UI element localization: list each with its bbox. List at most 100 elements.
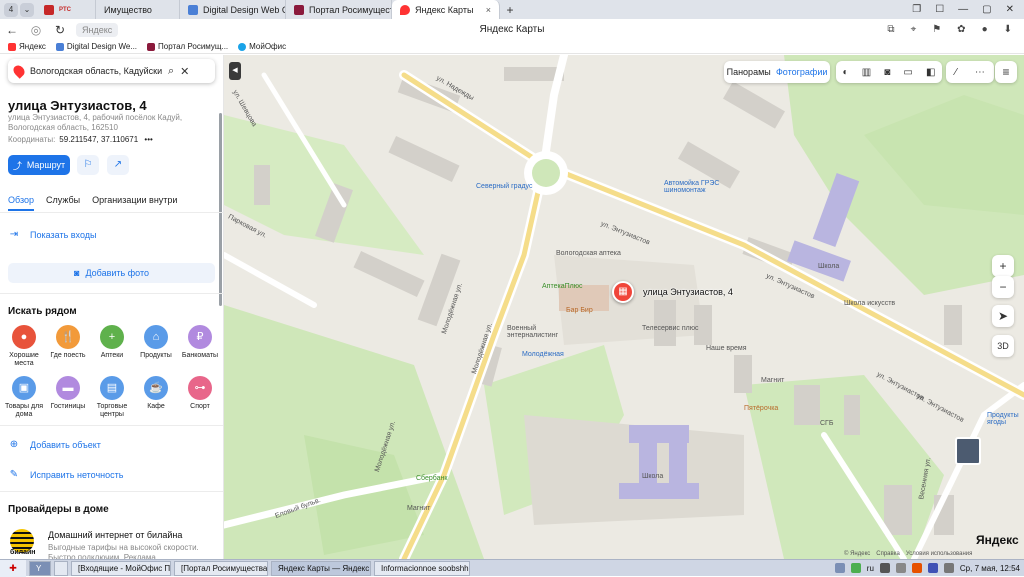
tab-yandex-maps[interactable]: Яндекс Карты × — [392, 0, 500, 19]
taskbar-item[interactable]: Informacionnoe soobshhe... — [374, 560, 470, 576]
poi-label[interactable]: Школа искусств — [844, 300, 895, 307]
poi-label[interactable]: Сбербанк — [416, 475, 447, 482]
site-chip[interactable]: Яндекс — [76, 22, 119, 37]
share-button[interactable]: ↗ — [107, 155, 129, 175]
category-home-goods[interactable]: ▣ Товары для дома — [2, 376, 46, 419]
yandex-icon[interactable] — [834, 563, 845, 573]
poi-label[interactable]: Бар Бир — [566, 307, 593, 314]
taskbar-item-active[interactable]: Яндекс Карты — Яндекс ... — [271, 560, 371, 576]
traffic-icon[interactable]: ▥ — [862, 67, 871, 78]
poi-label[interactable]: СГБ — [820, 420, 833, 427]
poi-label[interactable]: Вологодская аптека — [556, 250, 621, 257]
bookmark-button[interactable]: ⚐ — [77, 155, 99, 175]
maximize-icon[interactable]: ▢ — [982, 4, 991, 15]
collapse-panel-button[interactable]: ◀ — [229, 62, 241, 80]
category-malls[interactable]: ▤ Торговые центры — [90, 376, 134, 419]
poi-label[interactable]: Продукты ягоды — [987, 412, 1023, 426]
map[interactable]: ул. Энтузиастов ул. Энтузиастов ул. Энту… — [224, 55, 1024, 559]
language-indicator[interactable]: ru — [867, 564, 874, 573]
camera-icon[interactable]: ◙ — [884, 67, 890, 78]
poi-label[interactable]: Наше время — [706, 345, 747, 352]
3d-button[interactable]: 3D — [992, 335, 1014, 357]
tab-imushchestvo[interactable]: Имущество — [96, 0, 180, 19]
extensions-icon[interactable]: ❐ — [912, 4, 921, 15]
back-icon[interactable]: ← — [0, 23, 24, 37]
category-sport[interactable]: ⊶ Спорт — [178, 376, 222, 419]
bookmark-yandex[interactable]: Яндекс — [8, 42, 46, 51]
poi-label[interactable]: Школа — [818, 263, 839, 270]
tab-list-icon[interactable]: 4 — [4, 2, 18, 17]
poi-label[interactable]: Молодёжная — [522, 351, 564, 358]
panoramas-toggle[interactable]: Панорамы — [727, 67, 771, 77]
poi-label[interactable]: Северный градус — [476, 183, 532, 190]
close-icon[interactable]: × — [480, 5, 491, 15]
panorama-thumbnail[interactable] — [955, 437, 981, 465]
help-link[interactable]: Справка — [876, 551, 900, 557]
satellite-icon[interactable]: ◧ — [926, 67, 935, 78]
layers-icon[interactable]: ◐ — [843, 67, 849, 78]
poi-label[interactable]: Магнит — [407, 505, 430, 512]
search-icon[interactable]: ⌕ — [168, 65, 174, 78]
chevron-down-icon[interactable]: ⌄ — [20, 2, 34, 17]
location-icon[interactable]: ⌖ — [911, 24, 917, 35]
download-icon[interactable]: ⬇ — [1004, 24, 1012, 35]
close-window-icon[interactable]: ✕ — [1006, 4, 1014, 15]
kaspersky-icon[interactable] — [850, 563, 861, 573]
close-icon[interactable]: ✕ — [180, 65, 189, 78]
tab-digital-design[interactable]: Digital Design Web Client — [180, 0, 286, 19]
extension-icon[interactable]: ✿ — [957, 24, 965, 35]
tab-organizations-inside[interactable]: Организации внутри — [92, 195, 177, 211]
poi-label[interactable]: Школа — [642, 473, 663, 480]
hp-icon[interactable] — [927, 563, 938, 573]
bookmark-digital-design[interactable]: Digital Design We... — [55, 42, 137, 51]
poi-label[interactable]: Магнит — [761, 377, 784, 384]
clock[interactable]: Ср, 7 мая, 12:54 — [960, 564, 1020, 573]
selected-place-label[interactable]: улица Энтузиастов, 4 — [643, 287, 733, 297]
poi-label[interactable]: Телесервис плюс — [642, 325, 699, 332]
category-atm[interactable]: ₽ Банкоматы — [178, 325, 222, 368]
show-entrances-link[interactable]: ⇥ Показать входы — [8, 229, 97, 240]
selected-place-pin[interactable]: ▦ — [612, 281, 634, 303]
volume-icon[interactable] — [943, 563, 954, 573]
taskbar-item[interactable]: [Портал Росимущества - ... — [174, 560, 268, 576]
protect-icon[interactable]: ◎ — [24, 23, 48, 37]
category-food[interactable]: 🍴 Где поесть — [46, 325, 90, 368]
category-pharmacy[interactable]: + Аптеки — [90, 325, 134, 368]
category-good-places[interactable]: ● Хорошие места — [2, 325, 46, 368]
reload-icon[interactable]: ↻ — [48, 23, 72, 37]
coordinates-value[interactable]: 59.211547, 37.110671 — [59, 135, 138, 144]
terms-link[interactable]: Условия использования — [906, 551, 973, 557]
minimize-icon[interactable]: — — [958, 4, 968, 15]
panel-scrollbar[interactable] — [219, 113, 222, 306]
keyboard-icon[interactable] — [879, 563, 890, 573]
tab-ptc[interactable]: PTC — [36, 0, 96, 19]
fix-error-link[interactable]: ✎ Исправить неточность — [8, 469, 124, 480]
poi-label[interactable]: Автомойка ГРЭС шиномонтаж — [664, 180, 734, 194]
category-hotels[interactable]: ▬ Гостиницы — [46, 376, 90, 419]
provider-name[interactable]: Домашний интернет от билайна — [48, 530, 182, 540]
profile-icon[interactable]: ● — [982, 24, 988, 35]
more-icon[interactable]: ⋯ — [975, 67, 985, 78]
tab-rosimushchestvo[interactable]: Портал Росимущества — [286, 0, 392, 19]
yandex-browser-launcher[interactable]: Y — [29, 560, 51, 576]
network-icon[interactable] — [895, 563, 906, 573]
tab-overview[interactable]: Обзор — [8, 195, 34, 211]
zoom-out-button[interactable]: − — [992, 276, 1014, 298]
add-object-link[interactable]: ⊕ Добавить объект — [8, 439, 101, 450]
poi-label[interactable]: Военный энтерналистинг — [507, 325, 577, 339]
bookmark-icon[interactable]: ☐ — [935, 4, 944, 15]
category-cafe[interactable]: ☕ Кафе — [134, 376, 178, 419]
bookmark-icon[interactable]: ⚑ — [932, 24, 941, 35]
start-menu-button[interactable]: ✚ — [0, 559, 26, 577]
menu-button[interactable]: ≡ — [995, 61, 1017, 83]
more-icon[interactable]: ••• — [144, 135, 152, 144]
poi-label[interactable]: Пятёрочка — [744, 405, 778, 412]
poi-label[interactable]: АптекаПлюс — [542, 283, 582, 290]
search-input[interactable] — [30, 66, 162, 76]
bookmark-myoffice[interactable]: МойОфис — [238, 42, 286, 51]
category-groceries[interactable]: ⌂ Продукты — [134, 325, 178, 368]
zoom-in-button[interactable]: + — [992, 255, 1014, 277]
bus-icon[interactable]: ▭ — [903, 67, 912, 78]
route-button[interactable]: ⤴ Маршрут — [8, 155, 70, 175]
ruler-icon[interactable]: ⁄ — [955, 67, 957, 78]
